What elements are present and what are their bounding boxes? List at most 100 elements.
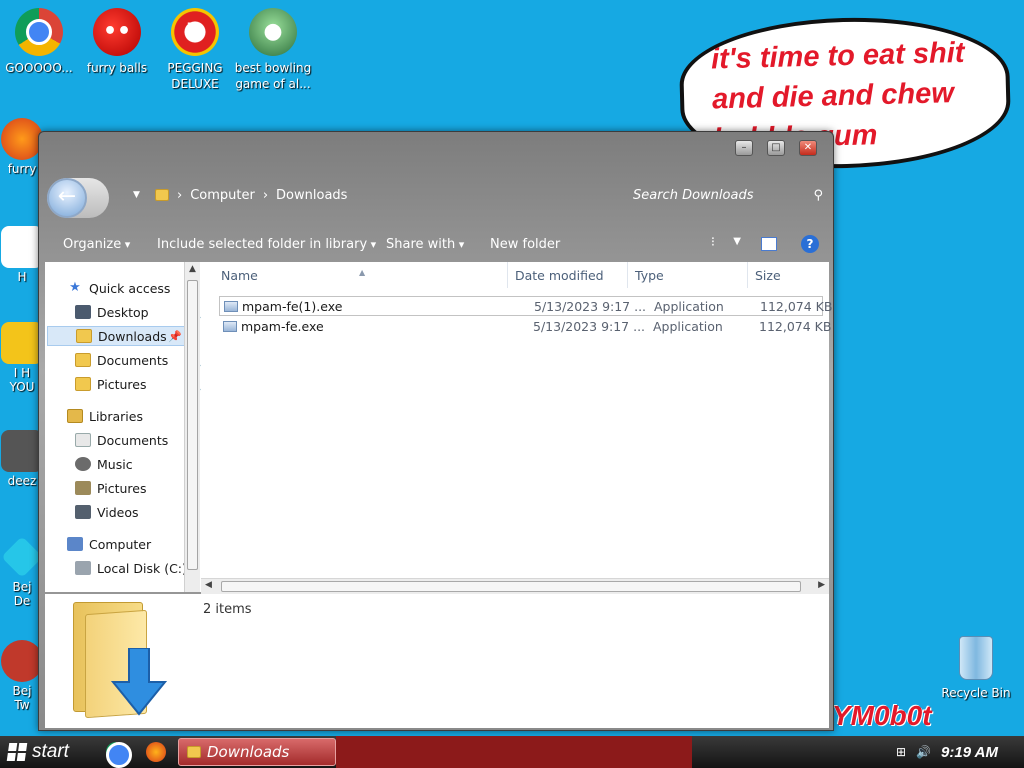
back-forward-buttons: ← xyxy=(47,178,109,218)
recent-locations-dropdown-icon[interactable]: ▼ xyxy=(133,190,140,200)
downloads-folder-icon xyxy=(76,329,92,343)
file-list: ▲ Name Date modified Type Size mpam-fe(1… xyxy=(201,262,832,592)
volume-icon[interactable]: 🔊 xyxy=(916,745,931,759)
share-label: Share with xyxy=(386,237,456,252)
back-arrow-icon[interactable]: ← xyxy=(47,178,87,218)
firefox-icon[interactable] xyxy=(146,742,166,762)
chrome-icon[interactable] xyxy=(106,742,132,768)
taskbar: start Downloads ⊞ 🔊 9:19 AM xyxy=(0,736,1024,768)
local-disk-icon xyxy=(75,561,91,575)
details-pane: 2 items xyxy=(45,594,829,728)
search-icon[interactable]: ⚲ xyxy=(813,188,823,203)
nav-pictures[interactable]: Pictures📌 xyxy=(75,374,201,394)
column-date-modified[interactable]: Date modified xyxy=(515,268,604,283)
breadcrumb-computer[interactable]: Computer xyxy=(190,188,255,203)
maximize-button[interactable]: □ xyxy=(767,140,785,156)
column-divider[interactable] xyxy=(507,262,508,288)
close-button[interactable]: ✕ xyxy=(799,140,817,156)
nav-music[interactable]: Music xyxy=(75,454,201,474)
nav-quick-access[interactable]: ★ Quick access xyxy=(67,278,201,298)
nav-downloads[interactable]: Downloads 📌 xyxy=(47,326,185,346)
breadcrumb-separator-icon: › xyxy=(262,187,269,203)
desktop-icon-recycle-bin[interactable]: Recycle Bin xyxy=(936,636,1016,700)
desktop-icon-pegging-deluxe[interactable]: P PEGGING DELUXE xyxy=(156,8,234,92)
column-size[interactable]: Size xyxy=(755,268,781,283)
scroll-left-icon[interactable]: ◀ xyxy=(205,580,212,590)
scroll-right-icon[interactable]: ▶ xyxy=(818,580,825,590)
share-with-menu[interactable]: Share with xyxy=(386,237,464,252)
scrollbar-thumb[interactable] xyxy=(187,280,198,570)
network-icon[interactable]: ⊞ xyxy=(896,745,906,759)
nav-label: Pictures xyxy=(97,480,147,496)
download-arrow-icon xyxy=(111,648,167,716)
explorer-window: – □ ✕ ← ▼ › Computer › Downloads Search … xyxy=(38,131,834,731)
scrollbar-thumb[interactable] xyxy=(221,581,801,592)
new-folder-button[interactable]: New folder xyxy=(490,237,560,252)
column-divider[interactable] xyxy=(627,262,628,288)
view-dropdown-icon[interactable]: ▼ xyxy=(733,236,741,247)
more-options-icon[interactable]: ⁝ xyxy=(711,235,715,250)
bowling-icon: ● xyxy=(249,8,297,56)
column-type[interactable]: Type xyxy=(635,268,664,283)
breadcrumb-downloads[interactable]: Downloads xyxy=(276,188,347,203)
minimize-button[interactable]: – xyxy=(735,140,753,156)
nav-label: Libraries xyxy=(89,408,143,424)
scroll-up-icon[interactable]: ▲ xyxy=(189,264,196,274)
firefox-icon xyxy=(1,118,43,160)
pictures-library-icon xyxy=(75,481,91,495)
organize-menu[interactable]: Organize xyxy=(63,237,130,252)
help-icon[interactable]: ? xyxy=(801,235,819,253)
address-bar[interactable]: › Computer › Downloads xyxy=(155,184,347,206)
desktop-icon-label: furry balls xyxy=(86,61,148,75)
nav-label: Music xyxy=(97,456,133,472)
desktop-icon-bowling[interactable]: ● best bowling game of al... xyxy=(234,8,312,92)
nav-label: Local Disk (C:) xyxy=(97,560,187,576)
star-icon: ★ xyxy=(69,280,81,295)
nav-pane-scrollbar[interactable]: ▲ xyxy=(184,262,200,592)
nav-documents[interactable]: Documents📌 xyxy=(75,350,201,370)
nav-libraries[interactable]: Libraries xyxy=(67,406,201,426)
navigation-pane: ★ Quick access Desktop📌 Downloads📌 Docume… xyxy=(45,262,201,592)
nav-label: Quick access xyxy=(89,280,171,296)
videos-icon xyxy=(75,505,91,519)
include-label: Include selected folder in library xyxy=(157,237,368,252)
file-row[interactable]: mpam-fe(1).exe 5/13/2023 9:17 ... Applic… xyxy=(219,296,832,316)
furry-balls-icon: •• xyxy=(93,8,141,56)
item-count: 2 items xyxy=(203,602,252,617)
gem-icon xyxy=(1,640,43,682)
nav-lib-pictures[interactable]: Pictures xyxy=(75,478,201,498)
file-type: Application xyxy=(654,299,724,314)
file-size: 112,074 KB xyxy=(760,299,833,314)
start-label: start xyxy=(32,741,69,762)
column-divider[interactable] xyxy=(747,262,748,288)
column-name[interactable]: Name xyxy=(221,268,258,283)
search-box[interactable]: Search Downloads ⚲ xyxy=(627,184,823,206)
gem-icon xyxy=(1,536,43,578)
command-bar: Organize Include selected folder in libr… xyxy=(39,232,833,258)
chrome-icon xyxy=(15,8,63,56)
music-icon xyxy=(75,457,91,471)
application-icon xyxy=(223,321,237,332)
horizontal-scrollbar[interactable]: ◀ ▶ xyxy=(201,578,829,594)
nav-local-disk[interactable]: Local Disk (C:) xyxy=(75,558,201,578)
windows-logo-icon xyxy=(6,743,28,761)
nav-desktop[interactable]: Desktop📌 xyxy=(75,302,201,322)
window-controls: – □ ✕ xyxy=(735,140,817,156)
nav-lib-documents[interactable]: Documents xyxy=(75,430,201,450)
file-row[interactable]: mpam-fe.exe 5/13/2023 9:17 ... Applicati… xyxy=(219,317,831,337)
preview-pane-icon[interactable] xyxy=(761,237,777,251)
start-button[interactable]: start xyxy=(0,736,92,768)
clock[interactable]: 9:19 AM xyxy=(941,744,998,761)
search-placeholder: Search Downloads xyxy=(633,187,754,203)
nav-computer[interactable]: Computer xyxy=(67,534,201,554)
file-name: mpam-fe(1).exe xyxy=(242,299,343,314)
pictures-folder-icon xyxy=(75,377,91,391)
include-in-library-menu[interactable]: Include selected folder in library xyxy=(157,237,376,252)
nav-videos[interactable]: Videos xyxy=(75,502,201,522)
wallpaper-signature: YM0b0t xyxy=(832,700,932,731)
desktop-icon-chrome[interactable]: GOOOOO... xyxy=(0,8,78,76)
nav-label: Computer xyxy=(89,536,152,552)
recycle-bin-icon xyxy=(959,636,993,680)
desktop-icon-furry-balls[interactable]: •• furry balls xyxy=(78,8,156,76)
taskbar-item-downloads[interactable]: Downloads xyxy=(178,738,336,766)
